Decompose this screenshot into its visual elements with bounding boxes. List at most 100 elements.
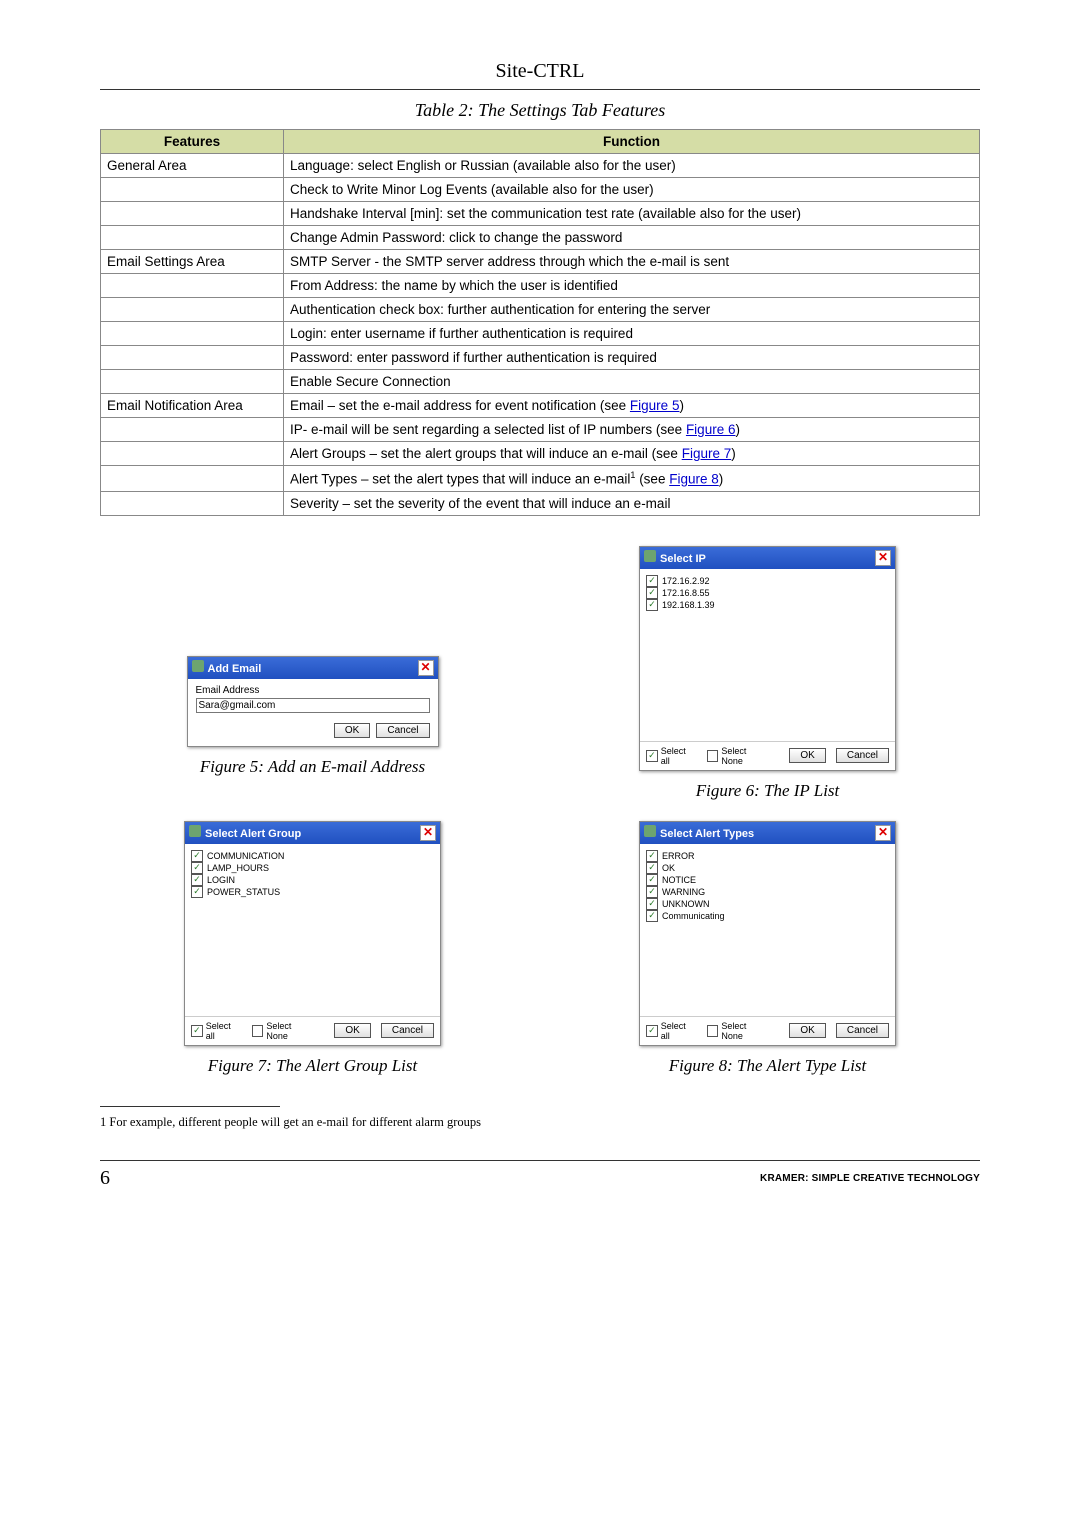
- list-item[interactable]: ✓ 172.16.2.92: [646, 575, 889, 587]
- select-ip-dialog: Select IP ✕ ✓ 172.16.2.92✓172.16.8.55✓192…: [639, 546, 896, 771]
- checkbox-icon[interactable]: ✓: [646, 599, 658, 611]
- select-none-checkbox[interactable]: [707, 750, 719, 762]
- table-cell-function: Alert Groups – set the alert groups that…: [284, 442, 980, 466]
- list-item-label: UNKNOWN: [662, 899, 710, 909]
- table-cell-feature: Email Notification Area: [101, 394, 284, 418]
- checkbox-icon[interactable]: ✓: [646, 898, 658, 910]
- table-cell-feature: [101, 274, 284, 298]
- list-item-label: 172.16.2.92: [662, 576, 710, 586]
- th-function: Function: [284, 130, 980, 154]
- table-cell-feature: [101, 226, 284, 250]
- list-item[interactable]: ✓ ERROR: [646, 850, 889, 862]
- table-cell-feature: [101, 370, 284, 394]
- footnote: 1 For example, different people will get…: [100, 1115, 980, 1130]
- close-icon[interactable]: ✕: [418, 660, 434, 676]
- dialog-title: Add Email: [208, 663, 262, 675]
- table-cell-function: Password: enter password if further auth…: [284, 346, 980, 370]
- select-all-checkbox[interactable]: ✓: [191, 1025, 203, 1037]
- table-cell-function: IP- e-mail will be sent regarding a sele…: [284, 418, 980, 442]
- th-features: Features: [101, 130, 284, 154]
- table-cell-function: Login: enter username if further authent…: [284, 322, 980, 346]
- close-icon[interactable]: ✕: [875, 825, 891, 841]
- list-item[interactable]: ✓ Communicating: [646, 910, 889, 922]
- list-item[interactable]: ✓POWER_STATUS: [191, 886, 434, 898]
- table-cell-feature: [101, 298, 284, 322]
- select-none-label: Select None: [266, 1021, 314, 1041]
- select-all-label: Select all: [206, 1021, 242, 1041]
- dialog-title: Select IP: [660, 553, 706, 565]
- select-all-label: Select all: [661, 1021, 697, 1041]
- ok-button[interactable]: OK: [334, 1023, 370, 1038]
- cancel-button[interactable]: Cancel: [381, 1023, 434, 1038]
- page-number: 6: [100, 1167, 110, 1190]
- checkbox-icon[interactable]: ✓: [646, 910, 658, 922]
- list-item[interactable]: ✓ UNKNOWN: [646, 898, 889, 910]
- figure-link[interactable]: Figure 7: [682, 446, 732, 461]
- list-item-label: ERROR: [662, 851, 695, 861]
- list-item[interactable]: ✓ OK: [646, 862, 889, 874]
- table-cell-function: Authentication check box: further authen…: [284, 298, 980, 322]
- checkbox-icon[interactable]: ✓: [191, 850, 203, 862]
- select-alert-group-dialog: Select Alert Group ✕ ✓COMMUNICATION✓LAMP…: [184, 821, 441, 1046]
- add-email-dialog: Add Email ✕ Email Address OK Cancel: [187, 656, 439, 747]
- figure-link[interactable]: Figure 5: [630, 398, 680, 413]
- table-cell-feature: Email Settings Area: [101, 250, 284, 274]
- close-icon[interactable]: ✕: [875, 550, 891, 566]
- figure-caption: Figure 6: The IP List: [696, 781, 840, 801]
- app-icon: [644, 825, 656, 837]
- list-item[interactable]: ✓COMMUNICATION: [191, 850, 434, 862]
- app-icon: [192, 660, 204, 672]
- list-item[interactable]: ✓LAMP_HOURS: [191, 862, 434, 874]
- table-cell-feature: [101, 178, 284, 202]
- ok-button[interactable]: OK: [334, 723, 370, 738]
- list-item[interactable]: ✓192.168.1.39: [646, 599, 889, 611]
- checkbox-icon[interactable]: ✓: [191, 874, 203, 886]
- dialog-title: Select Alert Types: [660, 828, 754, 840]
- email-field[interactable]: [196, 698, 430, 713]
- select-alert-types-dialog: Select Alert Types ✕ ✓ ERROR ✓ OK ✓ NOTICE ✓ WA…: [639, 821, 896, 1046]
- select-all-checkbox[interactable]: ✓: [646, 750, 658, 762]
- table-cell-function: From Address: the name by which the user…: [284, 274, 980, 298]
- list-item[interactable]: ✓ WARNING: [646, 886, 889, 898]
- table-cell-function: Alert Types – set the alert types that w…: [284, 466, 980, 492]
- select-all-checkbox[interactable]: ✓: [646, 1025, 658, 1037]
- figure-link[interactable]: Figure 8: [669, 472, 719, 487]
- table-cell-function: Handshake Interval [min]: set the commun…: [284, 202, 980, 226]
- checkbox-icon[interactable]: ✓: [191, 862, 203, 874]
- select-none-checkbox[interactable]: [707, 1025, 719, 1037]
- checkbox-icon[interactable]: ✓: [191, 886, 203, 898]
- cancel-button[interactable]: Cancel: [376, 723, 429, 738]
- table-cell-function: Severity – set the severity of the event…: [284, 491, 980, 515]
- checkbox-icon[interactable]: ✓: [646, 862, 658, 874]
- table-cell-function: Email – set the e-mail address for event…: [284, 394, 980, 418]
- select-all-label: Select all: [661, 746, 697, 766]
- footer-brand: KRAMER: SIMPLE CREATIVE TECHNOLOGY: [760, 1173, 980, 1184]
- ok-button[interactable]: OK: [789, 748, 825, 763]
- checkbox-icon[interactable]: ✓: [646, 874, 658, 886]
- cancel-button[interactable]: Cancel: [836, 1023, 889, 1038]
- checkbox-icon[interactable]: ✓: [646, 575, 658, 587]
- close-icon[interactable]: ✕: [420, 825, 436, 841]
- table-cell-feature: [101, 418, 284, 442]
- table-cell-function: Language: select English or Russian (ava…: [284, 154, 980, 178]
- figure-caption: Figure 5: Add an E-mail Address: [200, 757, 425, 777]
- email-label: Email Address: [196, 685, 430, 696]
- table-cell-feature: [101, 322, 284, 346]
- checkbox-icon[interactable]: ✓: [646, 850, 658, 862]
- list-item-label: Communicating: [662, 911, 725, 921]
- list-item-label: NOTICE: [662, 875, 696, 885]
- table-cell-feature: General Area: [101, 154, 284, 178]
- list-item-label: OK: [662, 863, 675, 873]
- ok-button[interactable]: OK: [789, 1023, 825, 1038]
- list-item[interactable]: ✓LOGIN: [191, 874, 434, 886]
- checkbox-icon[interactable]: ✓: [646, 886, 658, 898]
- select-none-checkbox[interactable]: [252, 1025, 264, 1037]
- table-cell-feature: [101, 346, 284, 370]
- list-item[interactable]: ✓ NOTICE: [646, 874, 889, 886]
- list-item-label: WARNING: [662, 887, 705, 897]
- table-cell-feature: [101, 491, 284, 515]
- checkbox-icon[interactable]: ✓: [646, 587, 658, 599]
- list-item[interactable]: ✓172.16.8.55: [646, 587, 889, 599]
- cancel-button[interactable]: Cancel: [836, 748, 889, 763]
- figure-link[interactable]: Figure 6: [686, 422, 736, 437]
